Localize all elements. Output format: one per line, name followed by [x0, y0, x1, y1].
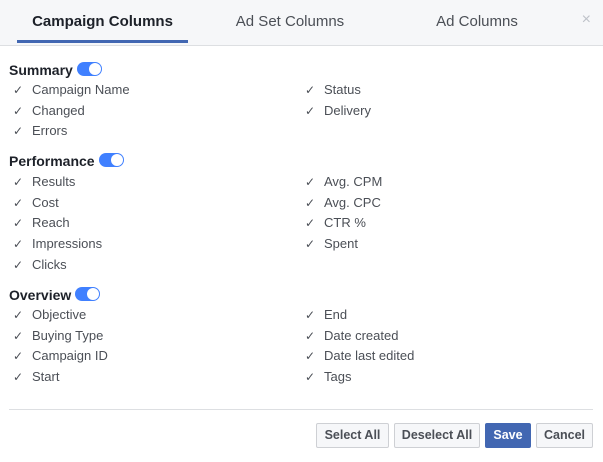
checkmark-icon: ✓	[12, 83, 24, 97]
column-label: Results	[32, 174, 76, 189]
checkmark-icon: ✓	[12, 124, 24, 138]
summary-toggle[interactable]	[76, 62, 102, 77]
overview-toggle[interactable]	[75, 287, 101, 302]
column-label: Impressions	[32, 236, 103, 251]
column-label: Avg. CPM	[324, 174, 383, 189]
column-label: Reach	[32, 215, 70, 230]
section-summary-header: Summary	[9, 60, 102, 78]
save-button[interactable]: Save	[485, 423, 531, 448]
column-label: CTR %	[324, 215, 366, 230]
column-option[interactable]: ✓ Avg. CPC	[303, 194, 381, 212]
section-title: Performance	[9, 153, 95, 170]
column-label: Campaign ID	[32, 348, 108, 363]
column-label: Errors	[32, 123, 68, 138]
column-option[interactable]: ✓ Clicks	[11, 256, 67, 274]
column-option[interactable]: ✓ Delivery	[303, 102, 371, 120]
checkmark-icon: ✓	[12, 237, 24, 251]
checkmark-icon: ✓	[12, 175, 24, 189]
column-option[interactable]: ✓ Date created	[303, 327, 398, 345]
column-label: Date last edited	[324, 348, 415, 363]
checkmark-icon: ✓	[304, 196, 316, 210]
column-option[interactable]: ✓ Results	[11, 173, 75, 191]
column-label: Cost	[32, 195, 59, 210]
column-label: Status	[324, 82, 361, 97]
column-label: Tags	[324, 369, 352, 384]
checkmark-icon: ✓	[304, 104, 316, 118]
checkmark-icon: ✓	[304, 83, 316, 97]
column-option[interactable]: ✓ Campaign Name	[11, 81, 130, 99]
column-option[interactable]: ✓ Cost	[11, 194, 59, 212]
footer-divider	[9, 409, 593, 410]
column-option[interactable]: ✓ Objective	[11, 306, 86, 324]
column-option[interactable]: ✓ Changed	[11, 102, 85, 120]
column-label: Avg. CPC	[324, 195, 381, 210]
column-label: Campaign Name	[32, 82, 130, 97]
column-option[interactable]: ✓ CTR %	[303, 214, 366, 232]
column-option[interactable]: ✓ Date last edited	[303, 347, 414, 365]
checkmark-icon: ✓	[304, 349, 316, 363]
checkmark-icon: ✓	[304, 370, 316, 384]
column-option[interactable]: ✓ Status	[303, 81, 361, 99]
column-option[interactable]: ✓ Impressions	[11, 235, 102, 253]
column-label: Date created	[324, 328, 399, 343]
active-tab-indicator	[17, 40, 188, 43]
checkmark-icon: ✓	[12, 329, 24, 343]
column-label: Delivery	[324, 103, 371, 118]
column-option[interactable]: ✓ Start	[11, 368, 60, 386]
column-option[interactable]: ✓ Campaign ID	[11, 347, 108, 365]
section-performance-header: Performance	[9, 151, 124, 169]
column-label: Changed	[32, 103, 85, 118]
column-label: Start	[32, 369, 60, 384]
column-option[interactable]: ✓ Avg. CPM	[303, 173, 382, 191]
close-icon[interactable]: ×	[582, 10, 591, 30]
checkmark-icon: ✓	[12, 216, 24, 230]
checkmark-icon: ✓	[304, 329, 316, 343]
checkmark-icon: ✓	[12, 196, 24, 210]
cancel-button[interactable]: Cancel	[536, 423, 593, 448]
select-all-button[interactable]: Select All	[316, 423, 389, 448]
checkmark-icon: ✓	[304, 216, 316, 230]
column-label: Clicks	[32, 257, 67, 272]
column-label: Spent	[324, 236, 358, 251]
performance-toggle[interactable]	[98, 153, 124, 168]
tab-ad-columns[interactable]: Ad Columns	[382, 0, 572, 46]
checkmark-icon: ✓	[12, 104, 24, 118]
column-label: End	[324, 307, 348, 322]
tab-ad-set-columns[interactable]: Ad Set Columns	[195, 0, 385, 46]
section-title: Summary	[9, 62, 73, 79]
column-option[interactable]: ✓ Errors	[11, 122, 67, 140]
checkmark-icon: ✓	[304, 175, 316, 189]
tab-bar: Campaign Columns Ad Set Columns Ad Colum…	[0, 0, 603, 46]
checkmark-icon: ✓	[304, 308, 316, 322]
column-option[interactable]: ✓ Reach	[11, 214, 70, 232]
column-option[interactable]: ✓ Spent	[303, 235, 358, 253]
column-label: Objective	[32, 307, 87, 322]
column-option[interactable]: ✓ Tags	[303, 368, 352, 386]
checkmark-icon: ✓	[12, 349, 24, 363]
section-title: Overview	[9, 287, 72, 304]
checkmark-icon: ✓	[12, 370, 24, 384]
deselect-all-button[interactable]: Deselect All	[394, 423, 480, 448]
column-label: Buying Type	[32, 328, 104, 343]
column-option[interactable]: ✓ End	[303, 306, 347, 324]
checkmark-icon: ✓	[12, 258, 24, 272]
section-overview-header: Overview	[9, 285, 101, 304]
checkmark-icon: ✓	[304, 237, 316, 251]
column-option[interactable]: ✓ Buying Type	[11, 327, 103, 345]
checkmark-icon: ✓	[12, 308, 24, 322]
